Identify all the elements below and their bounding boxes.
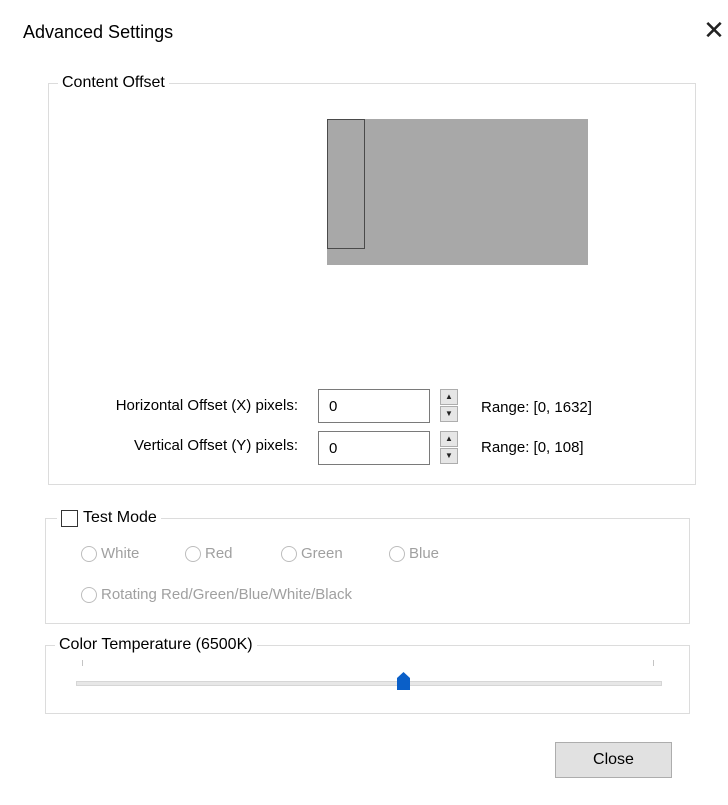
- radio-red[interactable]: Red: [185, 545, 233, 562]
- close-icon[interactable]: ✕: [700, 16, 728, 44]
- radio-circle: [389, 545, 405, 562]
- test-mode-group: [45, 518, 690, 624]
- radio-blue[interactable]: Blue: [389, 545, 439, 562]
- color-temperature-slider-track[interactable]: [76, 681, 662, 686]
- radio-label: Red: [205, 545, 233, 562]
- vertical-range-text: Range: [0, 108]: [481, 439, 584, 456]
- test-mode-legend-wrap: Test Mode: [57, 509, 161, 527]
- slider-tick: [82, 660, 83, 666]
- radio-white[interactable]: White: [81, 545, 139, 562]
- arrow-up-icon[interactable]: ▲: [440, 431, 458, 447]
- horizontal-offset-label: Horizontal Offset (X) pixels:: [115, 397, 298, 414]
- slider-thumb-icon[interactable]: [397, 672, 410, 690]
- radio-label: Blue: [409, 545, 440, 562]
- offset-preview-screen: [327, 119, 588, 265]
- radio-green[interactable]: Green: [281, 545, 343, 562]
- test-mode-label: Test Mode: [83, 509, 157, 526]
- color-temperature-legend: Color Temperature (6500K): [55, 636, 257, 654]
- dialog-title: Advanced Settings: [23, 22, 174, 42]
- horizontal-offset-input[interactable]: [318, 389, 430, 423]
- vertical-offset-input[interactable]: [318, 431, 430, 465]
- horizontal-offset-stepper: ▲ ▼: [440, 389, 458, 423]
- slider-tick: [653, 660, 654, 666]
- test-mode-checkbox[interactable]: [61, 509, 78, 527]
- arrow-down-icon[interactable]: ▼: [440, 448, 458, 464]
- vertical-offset-stepper: ▲ ▼: [440, 431, 458, 465]
- radio-label: Green: [301, 545, 343, 562]
- advanced-settings-dialog: Advanced Settings ✕ Content Offset Horiz…: [0, 0, 728, 805]
- offset-preview-window: [327, 119, 365, 249]
- radio-label: White: [101, 545, 140, 562]
- radio-circle: [185, 545, 201, 562]
- horizontal-range-text: Range: [0, 1632]: [481, 399, 592, 416]
- color-temperature-group: [45, 645, 690, 714]
- radio-rotating[interactable]: Rotating Red/Green/Blue/White/Black: [81, 586, 352, 603]
- content-offset-legend: Content Offset: [58, 74, 169, 92]
- vertical-offset-label: Vertical Offset (Y) pixels:: [134, 437, 298, 454]
- radio-circle: [281, 545, 297, 562]
- arrow-down-icon[interactable]: ▼: [440, 406, 458, 422]
- arrow-up-icon[interactable]: ▲: [440, 389, 458, 405]
- radio-circle: [81, 586, 97, 603]
- radio-circle: [81, 545, 97, 562]
- close-button[interactable]: Close: [555, 742, 672, 778]
- radio-label: Rotating Red/Green/Blue/White/Black: [101, 586, 352, 603]
